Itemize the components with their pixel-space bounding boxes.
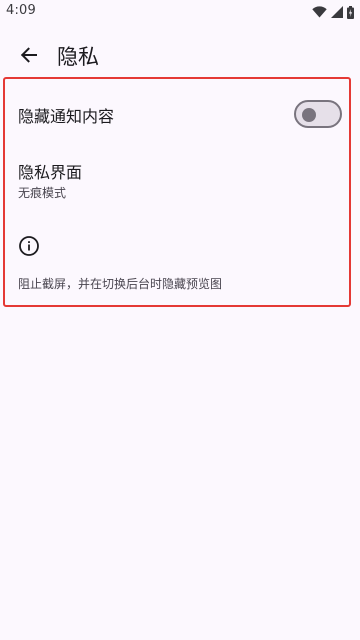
back-button[interactable] <box>12 40 46 74</box>
status-bar: 4:09 <box>0 0 360 24</box>
hide-notification-content-switch[interactable] <box>294 100 342 128</box>
private-ui-subtitle: 无痕模式 <box>18 186 67 200</box>
status-icons <box>312 5 354 19</box>
private-ui-label: 隐私界面 <box>18 163 83 182</box>
private-ui-row[interactable]: 隐私界面 无痕模式 <box>5 155 349 205</box>
privacy-settings-group: 隐藏通知内容 隐私界面 无痕模式 阻止截屏，并在切换后台时隐藏预览图 <box>3 77 351 307</box>
arrow-back-icon <box>19 45 39 69</box>
switch-thumb <box>302 108 316 122</box>
top-app-bar: 隐私 <box>0 34 360 80</box>
signal-icon <box>331 6 343 18</box>
wifi-icon <box>312 6 327 18</box>
info-icon <box>18 235 40 257</box>
page-title: 隐私 <box>57 45 99 69</box>
status-time: 4:09 <box>6 3 36 18</box>
hide-notification-content-row[interactable]: 隐藏通知内容 <box>5 91 349 143</box>
info-description: 阻止截屏，并在切换后台时隐藏预览图 <box>18 277 223 291</box>
battery-icon <box>347 5 354 19</box>
hide-notification-content-label: 隐藏通知内容 <box>18 107 115 126</box>
